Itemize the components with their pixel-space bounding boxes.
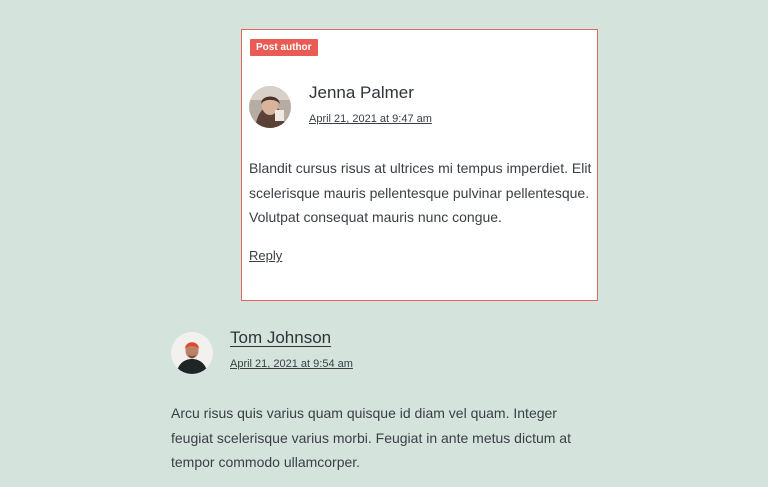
- comment-author-name: Jenna Palmer: [309, 83, 414, 102]
- tom-avatar-image: [171, 332, 213, 374]
- jenna-avatar-image: [249, 86, 291, 128]
- comment-author-name[interactable]: Tom Johnson: [230, 328, 331, 348]
- comment-date-link[interactable]: April 21, 2021 at 9:47 am: [309, 112, 432, 126]
- avatar: [171, 332, 213, 374]
- post-author-comment-card: Post author Jenna Palmer April 21, 2021 …: [241, 29, 598, 301]
- comment-date-link[interactable]: April 21, 2021 at 9:54 am: [230, 357, 353, 371]
- comment-text: Arcu risus quis varius quam quisque id d…: [171, 405, 571, 470]
- reply-link[interactable]: Reply: [249, 248, 282, 264]
- comment-text: Blandit cursus risus at ultrices mi temp…: [249, 160, 592, 225]
- avatar: [249, 86, 291, 128]
- post-author-badge: Post author: [250, 39, 318, 56]
